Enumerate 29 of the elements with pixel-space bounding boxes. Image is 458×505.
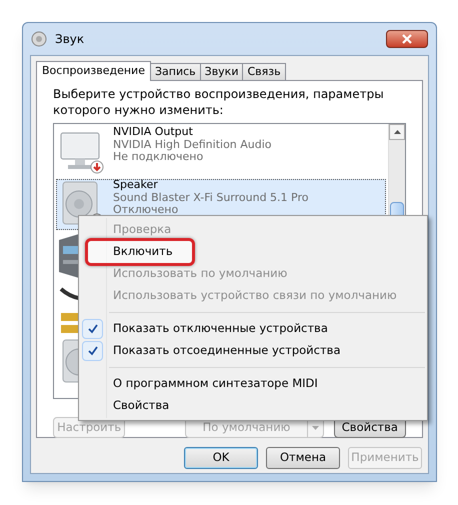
tab[interactable]: Воспроизведение — [36, 61, 151, 81]
device-driver: Sound Blaster X-Fi Surround 5.1 Pro — [113, 192, 309, 204]
close-icon — [402, 34, 412, 44]
menu-item[interactable]: Свойства — [79, 395, 427, 417]
menu-item[interactable]: О программном синтезаторе MIDI — [79, 373, 427, 395]
dialog-button[interactable]: OK — [184, 447, 258, 469]
receiver-icon — [59, 232, 79, 280]
cable-icon — [59, 285, 79, 333]
caret-icon — [312, 426, 319, 430]
device-row[interactable]: NVIDIA Output NVIDIA High Definition Audio Не подключено — [56, 126, 386, 177]
instruction-text: Выберите устройство воспроизведения, параметры которого нужно изменить: — [53, 86, 385, 118]
up-arrow-icon — [394, 130, 400, 134]
tab[interactable]: Запись — [150, 63, 201, 80]
checkmark-icon — [88, 324, 98, 334]
menu-item[interactable]: Показать отключенные устройства — [79, 318, 427, 340]
tab[interactable]: Связь — [242, 63, 286, 80]
menu-item[interactable]: Показать отсоединенные устройства — [79, 340, 427, 362]
dialog-button[interactable]: Отмена — [266, 447, 340, 469]
close-button[interactable] — [386, 30, 428, 48]
device-name: Speaker — [113, 179, 159, 192]
tab[interactable]: Звуки — [200, 63, 244, 80]
speaker-icon — [31, 31, 47, 47]
menu-item[interactable]: Включить — [79, 241, 427, 263]
device-name: NVIDIA Output — [113, 126, 194, 138]
checkmark-icon — [88, 346, 98, 356]
window-title: Звук — [55, 31, 84, 48]
device-status: Отключено — [113, 204, 180, 216]
device-status: Не подключено — [113, 151, 204, 164]
device-driver: NVIDIA High Definition Audio — [113, 138, 272, 151]
